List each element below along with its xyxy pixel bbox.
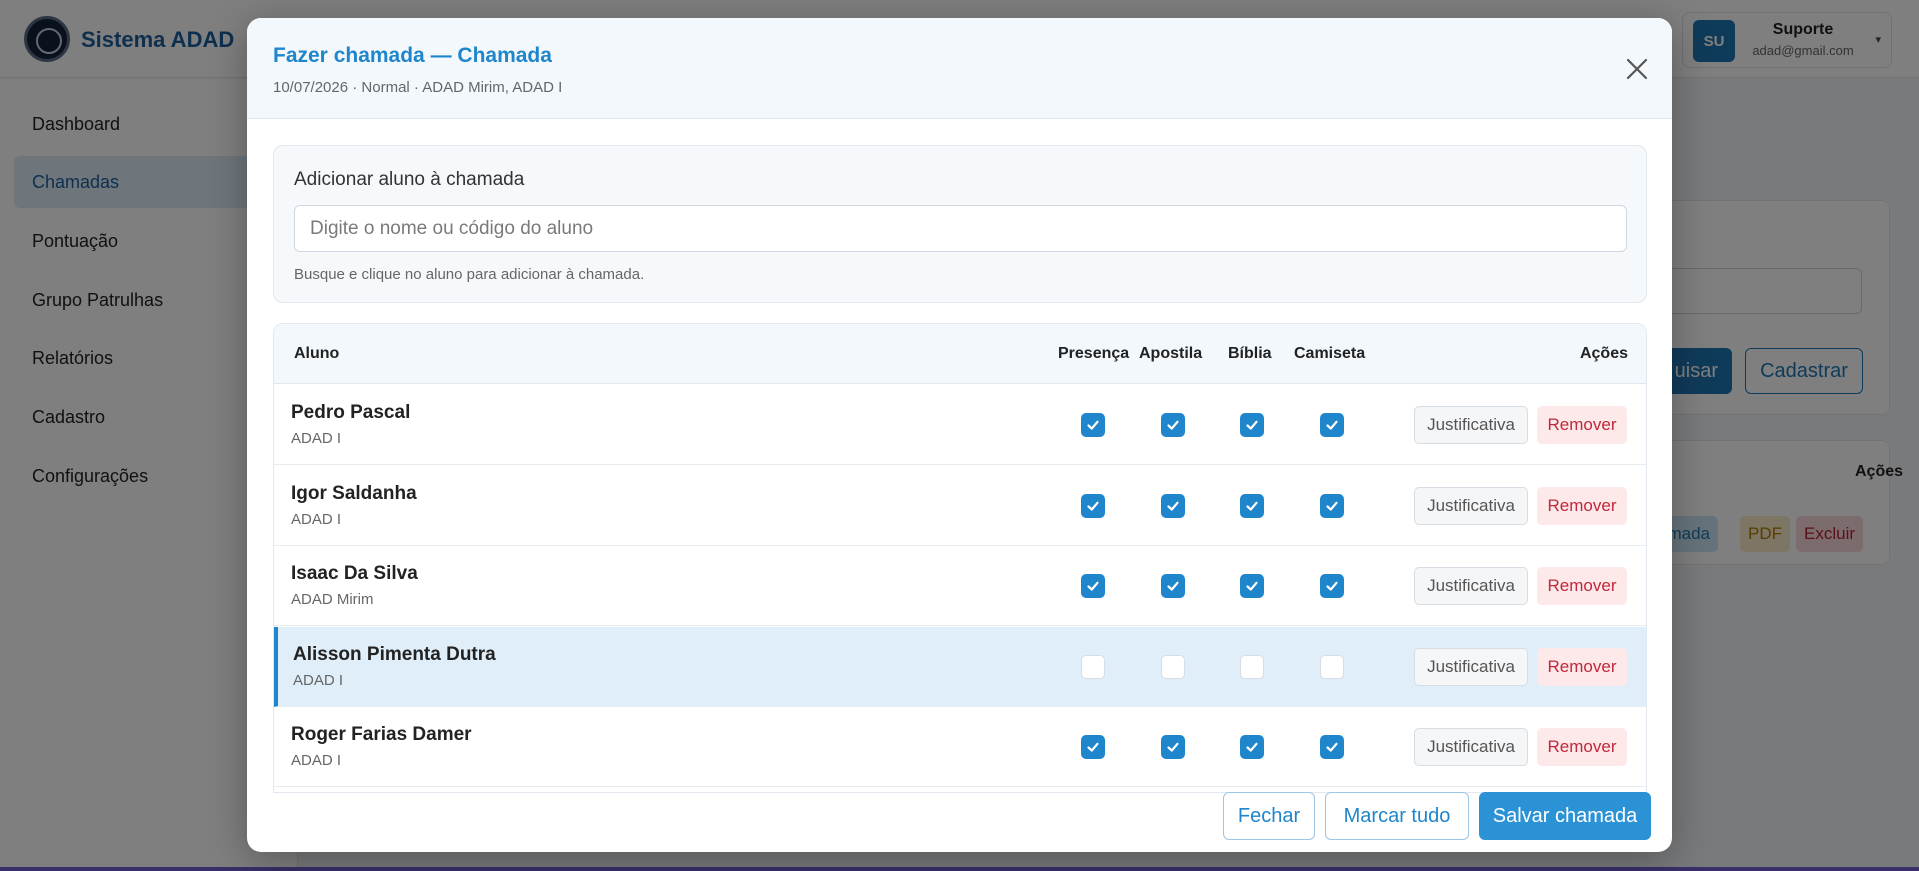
attendance-modal: Fazer chamada — Chamada 10/07/2026 · Nor… (247, 18, 1672, 852)
table-row[interactable]: Isaac Da Silva ADAD Mirim Justificativa Rem… (274, 546, 1646, 626)
apostila-checkbox[interactable] (1161, 413, 1185, 437)
camiseta-checkbox[interactable] (1320, 574, 1344, 598)
save-attendance-button[interactable]: Salvar chamada (1479, 792, 1651, 840)
camiseta-checkbox[interactable] (1320, 413, 1344, 437)
justify-button[interactable]: Justificativa (1414, 728, 1528, 766)
student-name: Isaac Da Silva (291, 563, 418, 584)
column-header-acoes: Ações (1579, 345, 1628, 362)
add-student-hint: Busque e clique no aluno para adicionar … (294, 266, 645, 283)
apostila-checkbox[interactable] (1161, 493, 1185, 518)
apostila-checkbox[interactable] (1161, 654, 1185, 679)
remove-button[interactable]: Remover (1537, 406, 1627, 444)
justify-button[interactable]: Justificativa (1414, 647, 1528, 686)
justify-button[interactable]: Justificativa (1414, 406, 1528, 444)
camiseta-checkbox[interactable] (1320, 654, 1344, 679)
biblia-checkbox[interactable] (1240, 735, 1264, 759)
student-group: ADAD I (291, 752, 342, 769)
column-header-aluno: Aluno (294, 345, 340, 362)
column-header-biblia: Bíblia (1228, 345, 1272, 362)
column-header-apostila: Apostila (1139, 345, 1203, 362)
student-name: Pedro Pascal (291, 402, 411, 423)
close-button[interactable]: Fechar (1223, 792, 1315, 840)
table-row[interactable]: Igor Saldanha ADAD I Justificativa Remover (274, 465, 1646, 546)
justify-button[interactable]: Justificativa (1414, 486, 1528, 525)
column-header-presenca: Presença (1058, 345, 1130, 362)
remove-button[interactable]: Remover (1537, 486, 1627, 525)
camiseta-checkbox[interactable] (1320, 735, 1344, 759)
bottom-edge (0, 867, 1919, 871)
table-row[interactable]: Pedro Pascal ADAD I Justificativa Remover (274, 385, 1646, 465)
remove-button[interactable]: Remover (1537, 728, 1627, 766)
presenca-checkbox[interactable] (1081, 654, 1105, 679)
biblia-checkbox[interactable] (1240, 413, 1264, 437)
modal-title: Fazer chamada — Chamada (273, 44, 552, 67)
table-row[interactable]: Alisson Pimenta Dutra ADAD I Justificativa… (274, 626, 1646, 707)
column-header-camiseta: Camiseta (1294, 345, 1366, 362)
student-group: ADAD I (291, 430, 342, 447)
student-group: ADAD I (293, 671, 344, 689)
biblia-checkbox[interactable] (1240, 493, 1264, 518)
student-name: Igor Saldanha (291, 482, 417, 504)
biblia-checkbox[interactable] (1240, 654, 1264, 679)
modal-header: Fazer chamada — Chamada 10/07/2026 · Nor… (247, 18, 1672, 119)
modal-subtitle: 10/07/2026 · Normal · ADAD Mirim, ADAD I (273, 79, 563, 96)
student-name: Alisson Pimenta Dutra (293, 643, 496, 665)
mark-all-button[interactable]: Marcar tudo (1325, 792, 1469, 840)
remove-button[interactable]: Remover (1537, 647, 1627, 686)
add-student-panel: Adicionar aluno à chamada Busque e cliqu… (273, 145, 1647, 303)
presenca-checkbox[interactable] (1081, 574, 1105, 598)
remove-button[interactable]: Remover (1537, 567, 1627, 605)
justify-button[interactable]: Justificativa (1414, 567, 1528, 605)
presenca-checkbox[interactable] (1081, 735, 1105, 759)
attendance-table: Aluno Presença Apostila Bíblia Camiseta … (273, 323, 1647, 793)
apostila-checkbox[interactable] (1161, 735, 1185, 759)
table-row[interactable]: Roger Farias Damer ADAD I Justificativa Rem… (274, 707, 1646, 787)
presenca-checkbox[interactable] (1081, 413, 1105, 437)
student-group: ADAD Mirim (291, 591, 374, 608)
student-name: Roger Farias Damer (291, 724, 472, 745)
presenca-checkbox[interactable] (1081, 493, 1105, 518)
student-search-input[interactable] (294, 205, 1627, 252)
student-group: ADAD I (291, 510, 342, 528)
apostila-checkbox[interactable] (1161, 574, 1185, 598)
add-student-label: Adicionar aluno à chamada (294, 169, 525, 190)
biblia-checkbox[interactable] (1240, 574, 1264, 598)
camiseta-checkbox[interactable] (1320, 493, 1344, 518)
close-icon[interactable] (1622, 54, 1652, 84)
table-header: Aluno Presença Apostila Bíblia Camiseta … (274, 324, 1646, 384)
